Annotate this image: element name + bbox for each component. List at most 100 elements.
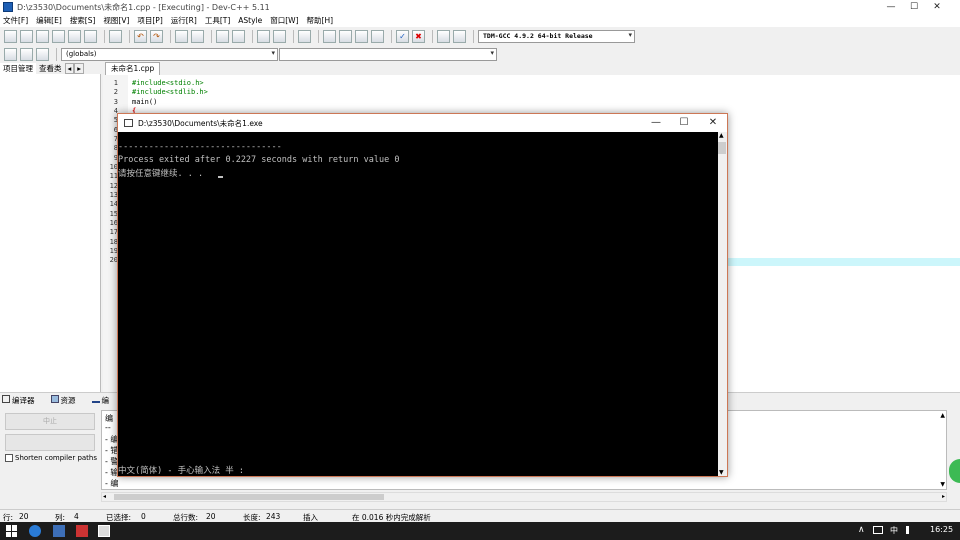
toolbar-separator <box>318 29 319 43</box>
menu-edit[interactable]: 编辑[E] <box>36 15 62 26</box>
menu-search[interactable]: 搜索[S] <box>70 15 96 26</box>
scrollbar-thumb[interactable] <box>114 494 384 500</box>
console-window[interactable]: D:\z3530\Documents\未命名1.exe — ☐ ✕ ------… <box>117 113 728 477</box>
secondary-button[interactable] <box>5 434 95 451</box>
save-all-icon[interactable] <box>52 29 65 43</box>
console-maximize-button[interactable]: ☐ <box>669 114 699 132</box>
rebuild-all-icon[interactable] <box>371 29 384 43</box>
new-file-icon[interactable] <box>4 29 17 43</box>
close-all-icon[interactable] <box>84 29 97 43</box>
clock[interactable]: 16:25 <box>930 525 953 534</box>
menu-view[interactable]: 视图[V] <box>103 15 129 26</box>
horizontal-scrollbar[interactable]: ◂ ▸ <box>101 492 947 502</box>
redo-icon[interactable]: ↷ <box>150 29 163 43</box>
open-file-icon[interactable] <box>20 29 33 43</box>
tab-file-untitled1[interactable]: 未命名1.cpp <box>105 62 161 75</box>
shorten-paths-option[interactable]: Shorten compiler paths <box>5 454 97 462</box>
tab-nav-prev-button[interactable]: ◂ <box>64 62 75 74</box>
fullscreen-icon[interactable] <box>232 29 245 43</box>
scroll-up-icon[interactable]: ▲ <box>719 132 724 139</box>
console-minimize-button[interactable]: — <box>641 114 671 132</box>
close-button[interactable]: ✕ <box>914 0 960 14</box>
menu-window[interactable]: 窗口[W] <box>270 15 298 26</box>
windows-start-icon[interactable] <box>6 525 18 537</box>
console-title-bar[interactable]: D:\z3530\Documents\未命名1.exe — ☐ ✕ <box>118 114 727 132</box>
menu-astyle[interactable]: AStyle <box>238 16 262 25</box>
volume-icon[interactable] <box>906 526 915 534</box>
toggle-bookmark-icon[interactable] <box>298 29 311 43</box>
save-icon[interactable] <box>36 29 49 43</box>
profile-icon[interactable] <box>453 29 466 43</box>
abort-compile-button[interactable]: 中止 <box>5 413 95 430</box>
replace-icon[interactable] <box>191 29 204 43</box>
scroll-up-icon[interactable]: ▲ <box>940 412 945 419</box>
scroll-right-icon[interactable]: ▸ <box>942 493 945 500</box>
stop-execution-icon[interactable]: ✖ <box>412 29 425 43</box>
compiler-select-value: TDM-GCC 4.9.2 64-bit Release <box>483 32 593 40</box>
insert-icon[interactable] <box>4 47 17 61</box>
compile-run-icon[interactable] <box>355 29 368 43</box>
menu-help[interactable]: 帮助[H] <box>307 15 334 26</box>
print-icon[interactable] <box>109 29 122 43</box>
goto-icon[interactable] <box>20 47 33 61</box>
indent-left-icon[interactable] <box>257 29 270 43</box>
scrollbar-thumb[interactable] <box>718 142 726 154</box>
console-cursor <box>218 176 223 178</box>
tab-compiler[interactable]: 编译器 <box>2 395 43 406</box>
tab-nav-next-button[interactable]: ▸ <box>74 62 85 74</box>
check-syntax-icon[interactable]: ✓ <box>396 29 409 43</box>
scroll-down-icon[interactable]: ▼ <box>719 469 724 476</box>
close-file-icon[interactable] <box>68 29 81 43</box>
tab-compile-log[interactable]: 编 <box>91 395 118 406</box>
find-icon[interactable] <box>175 29 188 43</box>
compiler-select[interactable]: TDM-GCC 4.9.2 64-bit Release ▾ <box>478 29 635 43</box>
main-toolbar: ↶ ↷ ✓ ✖ TDM-GCC 4.9.2 64-bit Release ▾ <box>0 27 960 45</box>
chevron-down-icon: ▾ <box>271 48 275 57</box>
tab-class-browser[interactable]: 查看类 <box>36 63 65 74</box>
run-icon[interactable] <box>339 29 352 43</box>
shorten-paths-checkbox[interactable] <box>5 454 13 462</box>
toolbar-separator <box>293 29 294 43</box>
toolbar-separator <box>170 29 171 43</box>
toolbar-separator <box>473 29 474 43</box>
tab-project-manager[interactable]: 项目管理 <box>0 62 36 74</box>
taskbar-app-icon[interactable] <box>53 525 65 537</box>
toolbar-separator <box>391 29 392 43</box>
status-col: 4 <box>74 512 79 521</box>
line-number: 14 <box>109 200 118 208</box>
menu-tools[interactable]: 工具[T] <box>205 15 230 26</box>
menu-run[interactable]: 运行[R] <box>171 15 197 26</box>
compile-icon[interactable] <box>323 29 336 43</box>
window-title: D:\z3530\Documents\未命名1.cpp - [Executing… <box>17 2 270 12</box>
function-select[interactable]: ▾ <box>279 47 497 61</box>
toolbar-separator <box>56 47 57 61</box>
globals-select[interactable]: (globals) ▾ <box>61 47 278 61</box>
globals-select-value: (globals) <box>66 50 97 58</box>
log-line: - 编 <box>105 479 119 488</box>
scroll-down-icon[interactable]: ▼ <box>940 481 945 488</box>
console-output[interactable]: -------------------------------- Process… <box>118 132 718 476</box>
line-number: 4 <box>113 107 118 115</box>
line-number: 13 <box>109 191 118 199</box>
line-number: 15 <box>109 210 118 218</box>
console-taskbar-icon[interactable] <box>98 525 110 537</box>
tray-expand-icon[interactable]: ∧ <box>858 525 865 535</box>
network-icon[interactable] <box>873 526 883 534</box>
shorten-paths-label: Shorten compiler paths <box>15 454 98 462</box>
ime-indicator[interactable]: 中 <box>890 525 898 536</box>
menu-file[interactable]: 文件[F] <box>3 15 28 26</box>
browser-icon[interactable] <box>29 525 41 537</box>
chevron-down-icon: ▾ <box>628 30 632 39</box>
bookmark-icon[interactable] <box>36 47 49 61</box>
goto-line-icon[interactable] <box>216 29 229 43</box>
indent-right-icon[interactable] <box>273 29 286 43</box>
line-number: 1 <box>113 79 118 87</box>
console-close-button[interactable]: ✕ <box>698 114 728 132</box>
taskbar-app-icon[interactable] <box>76 525 88 537</box>
console-vertical-scrollbar[interactable]: ▲ ▼ <box>718 132 727 476</box>
scroll-left-icon[interactable]: ◂ <box>103 493 106 500</box>
undo-icon[interactable]: ↶ <box>134 29 147 43</box>
tab-resources[interactable]: 资源 <box>50 395 84 406</box>
menu-project[interactable]: 项目[P] <box>137 15 162 26</box>
chart-icon[interactable] <box>437 29 450 43</box>
